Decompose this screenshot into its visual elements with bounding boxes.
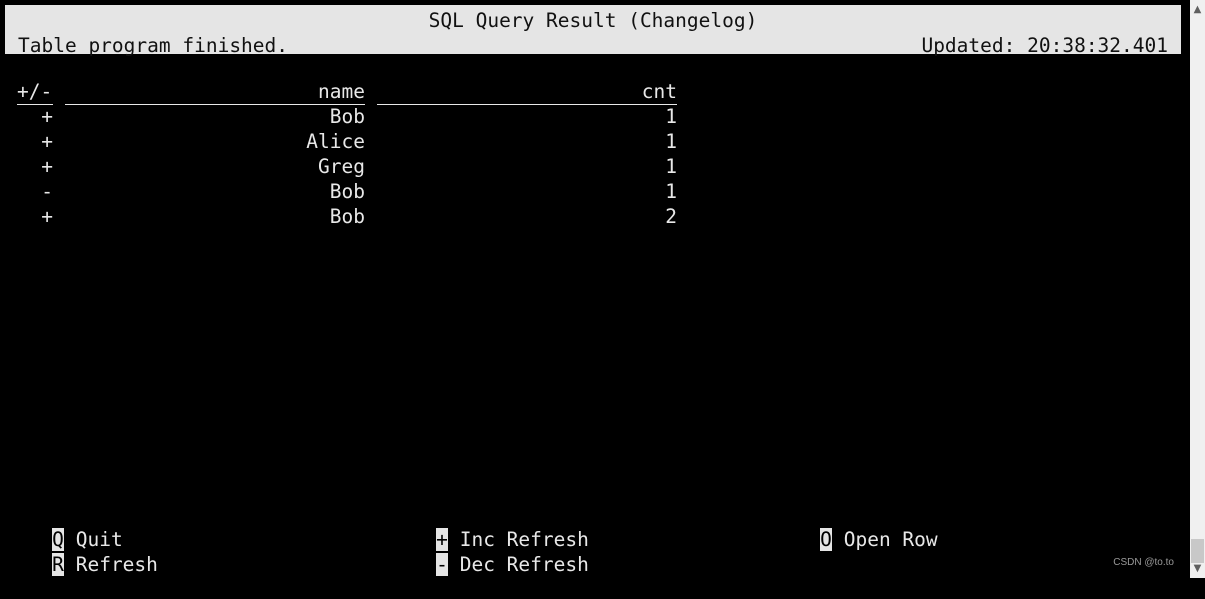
table-row[interactable]: + Bob 1: [0, 105, 700, 130]
status-text: Table program finished.: [18, 34, 289, 57]
table-row[interactable]: + Bob 2: [0, 205, 700, 230]
table-row[interactable]: + Alice 1: [0, 130, 700, 155]
row-op: +: [41, 205, 53, 228]
terminal-window: SQL Query Result (Changelog) Table progr…: [0, 0, 1190, 578]
row-name: Bob: [329, 180, 365, 203]
row-op: +: [41, 105, 53, 128]
row-op: +: [41, 130, 53, 153]
scrollbar-thumb[interactable]: [1191, 539, 1204, 563]
vertical-scrollbar[interactable]: ▲ ▼: [1190, 0, 1205, 578]
column-header-name: name: [65, 80, 365, 105]
column-header-op: +/-: [17, 80, 53, 105]
table-row[interactable]: - Bob 1: [0, 180, 700, 205]
dec-refresh-shortcut[interactable]: - Dec Refresh: [389, 530, 589, 599]
row-name: Alice: [306, 130, 365, 153]
row-cnt: 2: [665, 205, 677, 228]
column-header-cnt: cnt: [377, 80, 677, 105]
shortcut-key: O: [819, 528, 832, 551]
watermark: CSDN @to.to: [1113, 557, 1174, 568]
shortcut-key: -: [435, 553, 448, 576]
open-row-shortcut[interactable]: O Open Row: [773, 505, 938, 574]
shortcut-label: Dec Refresh: [459, 553, 589, 576]
scroll-up-icon[interactable]: ▲: [1190, 2, 1205, 17]
scroll-down-icon[interactable]: ▼: [1190, 561, 1205, 576]
refresh-shortcut[interactable]: R Refresh: [5, 530, 158, 599]
table-row[interactable]: + Greg 1: [0, 155, 700, 180]
updated-timestamp: Updated: 20:38:32.401: [921, 34, 1168, 57]
table-header-row: +/- name cnt: [0, 80, 700, 105]
header-bar: SQL Query Result (Changelog) Table progr…: [5, 5, 1181, 57]
row-cnt: 1: [665, 155, 677, 178]
row-cnt: 1: [665, 105, 677, 128]
row-name: Greg: [318, 155, 365, 178]
row-name: Bob: [329, 205, 365, 228]
row-name: Bob: [329, 105, 365, 128]
row-cnt: 1: [665, 180, 677, 203]
row-cnt: 1: [665, 130, 677, 153]
shortcut-label: Open Row: [843, 528, 938, 551]
row-op: -: [41, 180, 53, 203]
page-title: SQL Query Result (Changelog): [428, 9, 758, 32]
shortcut-label: Refresh: [75, 553, 158, 576]
row-op: +: [41, 155, 53, 178]
shortcut-key: R: [51, 553, 64, 576]
